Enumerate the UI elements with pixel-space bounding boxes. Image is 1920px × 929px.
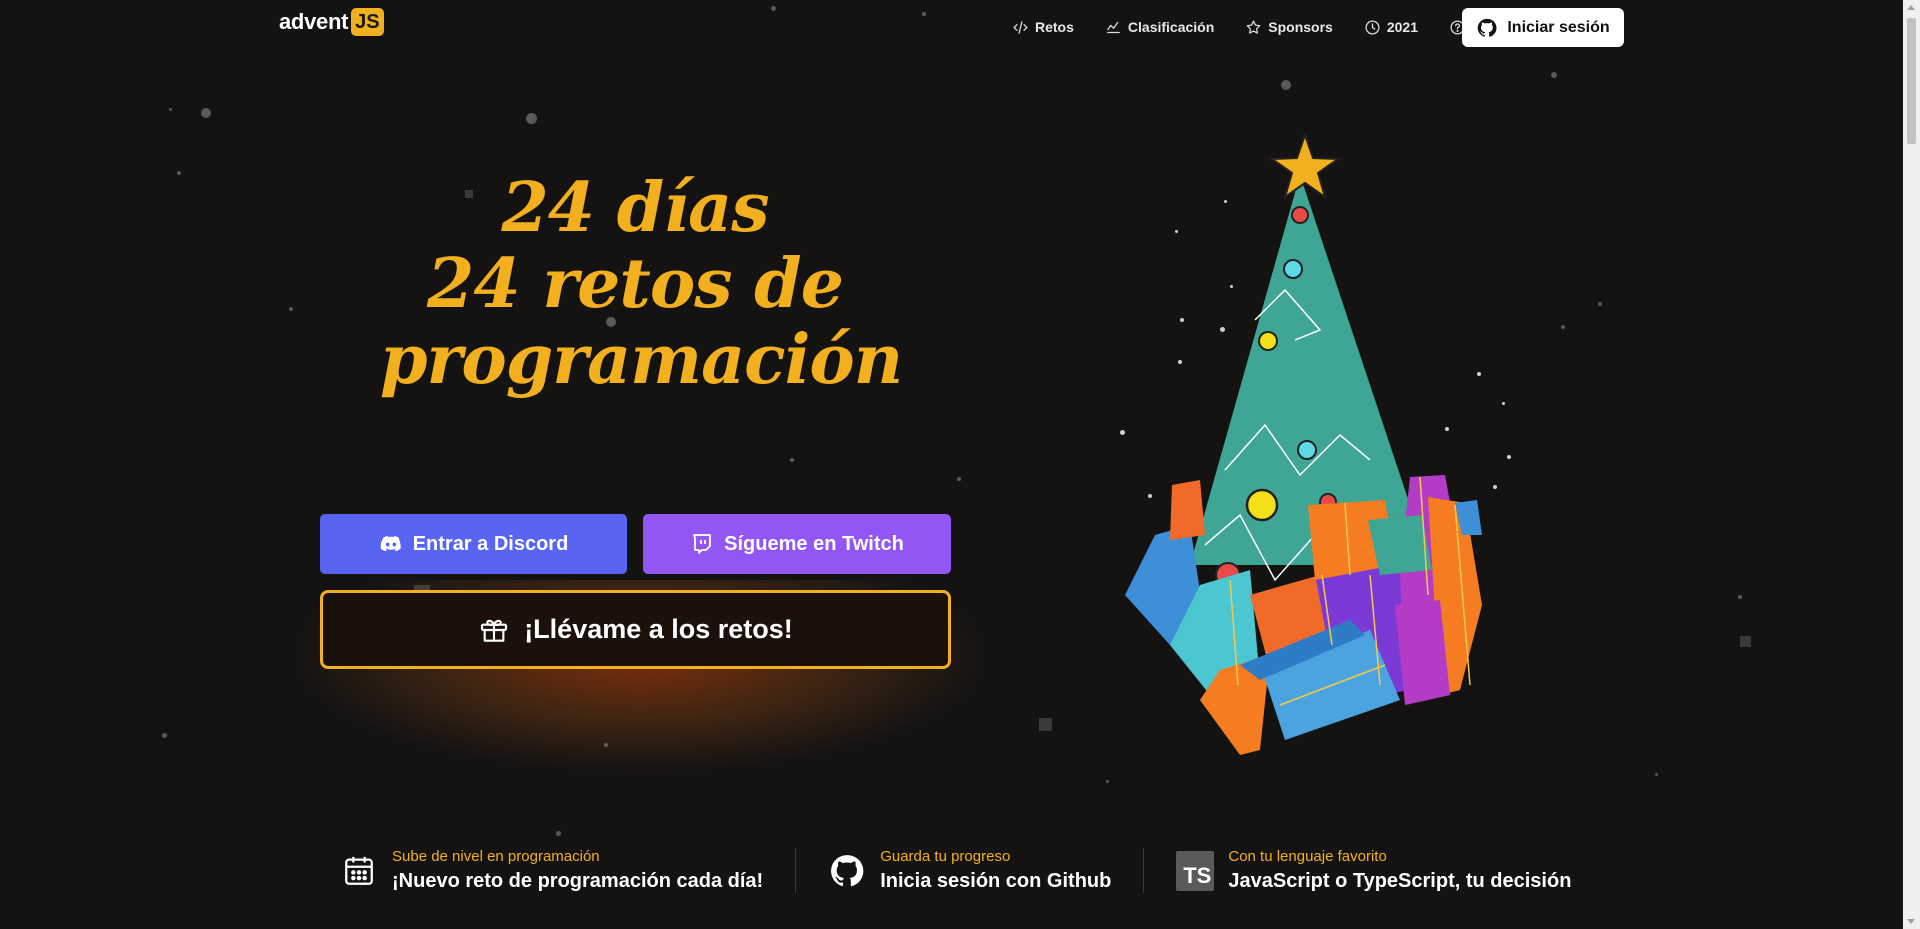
nav-label: Retos	[1035, 19, 1074, 35]
challenges-label: ¡Llévame a los retos!	[524, 614, 793, 644]
discord-label: Entrar a Discord	[412, 532, 569, 555]
feature-save-progress: Guarda tu progreso Inicia sesión con Git…	[795, 848, 1143, 893]
christmas-tree-illustration	[1125, 131, 1482, 755]
discord-button[interactable]: Entrar a Discord	[320, 514, 627, 574]
discord-icon	[380, 536, 401, 552]
login-button[interactable]: Iniciar sesión	[1462, 8, 1624, 47]
scroll-up-arrow[interactable]	[1907, 5, 1915, 10]
page: advent JS Retos Clasificación Sponsors 2…	[0, 0, 1903, 929]
ts-badge: TS	[1176, 850, 1215, 891]
feature-title: Guarda tu progreso	[880, 848, 1011, 865]
twitch-button[interactable]: Sígueme en Twitch	[643, 514, 951, 574]
hero-title-line-3: programación	[380, 320, 903, 401]
twitch-icon	[693, 534, 712, 554]
scroll-down-arrow[interactable]	[1907, 919, 1915, 924]
hero-title-line-1: 24 días	[501, 168, 769, 248]
nav-item-2021[interactable]: 2021	[1364, 14, 1418, 40]
feature-title: Con tu lenguaje favorito	[1228, 848, 1387, 865]
feature-language: TS Con tu lenguaje favorito JavaScript o…	[1143, 848, 1603, 893]
gift-icon	[481, 619, 508, 642]
twitch-label: Sígueme en Twitch	[724, 532, 904, 555]
nav-label: Sponsors	[1268, 19, 1333, 35]
feature-text: ¡Nuevo reto de programación cada día!	[392, 870, 764, 892]
nav-item-sponsors[interactable]: Sponsors	[1245, 14, 1333, 40]
logo-badge: JS	[351, 8, 384, 36]
features-row: Sube de nivel en programación ¡Nuevo ret…	[340, 848, 1603, 893]
code-icon	[1013, 20, 1028, 34]
hero-title: 24 días 24 retos de programación	[380, 168, 903, 401]
clock-icon	[1365, 19, 1380, 35]
feature-title: Sube de nivel en programación	[392, 848, 600, 865]
scrollbar-thumb[interactable]	[1907, 18, 1916, 144]
github-icon	[1478, 18, 1497, 37]
feature-daily-challenge: Sube de nivel en programación ¡Nuevo ret…	[340, 848, 795, 893]
main-nav: Retos Clasificación Sponsors 2021	[1012, 14, 1478, 40]
nav-label: Clasificación	[1127, 19, 1215, 35]
github-icon	[828, 850, 866, 892]
feature-text: Inicia sesión con Github	[880, 870, 1112, 892]
logo-text: advent	[279, 9, 349, 34]
typescript-icon: TS	[1176, 850, 1215, 892]
chart-line-icon	[1107, 21, 1120, 33]
calendar-icon	[340, 850, 378, 892]
page-scrollbar[interactable]	[1903, 0, 1920, 929]
nav-item-clasificacion[interactable]: Clasificación	[1105, 14, 1214, 40]
advent-js-logo[interactable]: advent JS	[279, 8, 384, 36]
star-icon	[1246, 19, 1261, 34]
go-to-challenges-button[interactable]: ¡Llévame a los retos!	[320, 590, 951, 669]
login-label: Iniciar sesión	[1507, 18, 1610, 36]
feature-text: JavaScript o TypeScript, tu decisión	[1228, 870, 1572, 892]
nav-item-retos[interactable]: Retos	[1012, 14, 1074, 40]
hero-title-line-2: 24 retos de	[427, 244, 844, 325]
nav-label: 2021	[1386, 19, 1419, 35]
